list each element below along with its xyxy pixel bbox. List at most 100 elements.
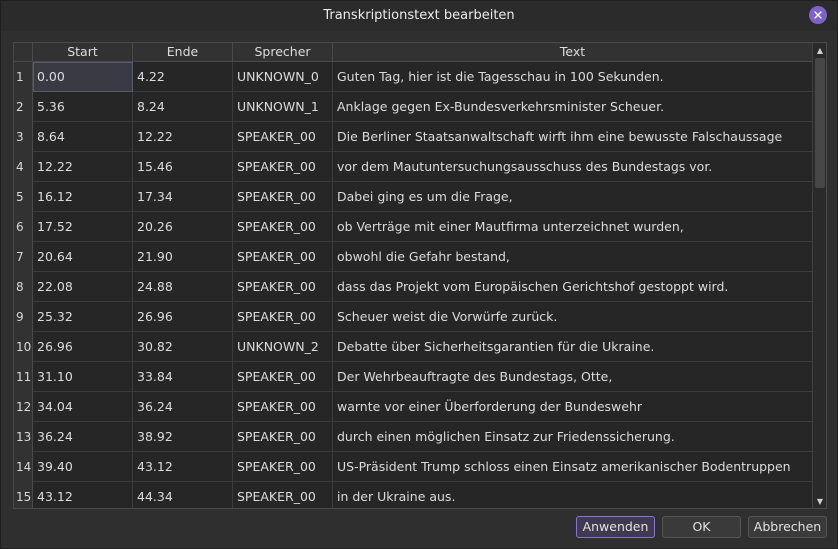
row-number[interactable]: 1 bbox=[14, 62, 33, 92]
cell-start[interactable]: 16.12 bbox=[33, 182, 133, 212]
cell-ende[interactable]: 43.12 bbox=[133, 452, 233, 482]
table-row[interactable]: 5 16.12 17.34 SPEAKER_00 Dabei ging es um di… bbox=[14, 182, 812, 212]
cell-start[interactable]: 39.40 bbox=[33, 452, 133, 482]
cell-ende[interactable]: 44.34 bbox=[133, 482, 233, 508]
table-row[interactable]: 7 20.64 21.90 SPEAKER_00 obwohl die Gefahr b… bbox=[14, 242, 812, 272]
cell-sprecher[interactable]: UNKNOWN_0 bbox=[233, 62, 333, 92]
row-number[interactable]: 3 bbox=[14, 122, 33, 152]
row-number[interactable]: 15 bbox=[14, 482, 33, 508]
cell-ende[interactable]: 15.46 bbox=[133, 152, 233, 182]
cell-ende[interactable]: 8.24 bbox=[133, 92, 233, 122]
cell-sprecher[interactable]: UNKNOWN_2 bbox=[233, 332, 333, 362]
cell-sprecher[interactable]: SPEAKER_00 bbox=[233, 482, 333, 508]
cell-start[interactable]: 20.64 bbox=[33, 242, 133, 272]
row-number[interactable]: 11 bbox=[14, 362, 33, 392]
row-number[interactable]: 14 bbox=[14, 452, 33, 482]
arrow-up-icon[interactable]: ▲ bbox=[813, 44, 826, 56]
cancel-button[interactable]: Abbrechen bbox=[748, 516, 827, 538]
cell-text[interactable]: obwohl die Gefahr bestand, bbox=[333, 242, 812, 272]
table-row[interactable]: 15 43.12 44.34 SPEAKER_00 in der Ukraine aus… bbox=[14, 482, 812, 508]
cell-sprecher[interactable]: SPEAKER_00 bbox=[233, 152, 333, 182]
table-row[interactable]: 9 25.32 26.96 SPEAKER_00 Scheuer weist die V… bbox=[14, 302, 812, 332]
cell-sprecher[interactable]: SPEAKER_00 bbox=[233, 212, 333, 242]
cell-text[interactable]: Guten Tag, hier ist die Tagesschau in 10… bbox=[333, 62, 812, 92]
cell-sprecher[interactable]: SPEAKER_00 bbox=[233, 302, 333, 332]
cell-sprecher[interactable]: SPEAKER_00 bbox=[233, 392, 333, 422]
cell-ende[interactable]: 33.84 bbox=[133, 362, 233, 392]
cell-text[interactable]: vor dem Mautuntersuchungsausschuss des B… bbox=[333, 152, 812, 182]
cell-text[interactable]: Die Berliner Staatsanwaltschaft wirft ih… bbox=[333, 122, 812, 152]
column-header-sprecher[interactable]: Sprecher bbox=[233, 43, 333, 62]
cell-text[interactable]: Anklage gegen Ex-Bundesverkehrsminister … bbox=[333, 92, 812, 122]
cell-text[interactable]: Scheuer weist die Vorwürfe zurück. bbox=[333, 302, 812, 332]
row-number[interactable]: 9 bbox=[14, 302, 33, 332]
arrow-down-icon[interactable]: ▼ bbox=[813, 495, 826, 507]
cell-sprecher[interactable]: SPEAKER_00 bbox=[233, 182, 333, 212]
cell-start[interactable]: 5.36 bbox=[33, 92, 133, 122]
cell-sprecher[interactable]: SPEAKER_00 bbox=[233, 242, 333, 272]
cell-text[interactable]: warnte vor einer Überforderung der Bunde… bbox=[333, 392, 812, 422]
cell-ende[interactable]: 38.92 bbox=[133, 422, 233, 452]
cell-ende[interactable]: 4.22 bbox=[133, 62, 233, 92]
row-number[interactable]: 4 bbox=[14, 152, 33, 182]
close-button[interactable] bbox=[809, 6, 827, 24]
cell-text[interactable]: US-Präsident Trump schloss einen Einsatz… bbox=[333, 452, 812, 482]
cell-start[interactable]: 22.08 bbox=[33, 272, 133, 302]
cell-sprecher[interactable]: SPEAKER_00 bbox=[233, 272, 333, 302]
cell-sprecher[interactable]: UNKNOWN_1 bbox=[233, 92, 333, 122]
vertical-scrollbar[interactable]: ▲ ▼ bbox=[812, 43, 826, 508]
table-row[interactable]: 4 12.22 15.46 SPEAKER_00 vor dem Mautuntersu… bbox=[14, 152, 812, 182]
cell-sprecher[interactable]: SPEAKER_00 bbox=[233, 452, 333, 482]
table-row[interactable]: 14 39.40 43.12 SPEAKER_00 US-Präsident Trump… bbox=[14, 452, 812, 482]
row-number[interactable]: 5 bbox=[14, 182, 33, 212]
cell-sprecher[interactable]: SPEAKER_00 bbox=[233, 362, 333, 392]
table-row[interactable]: 1 0.00 4.22 UNKNOWN_0 Guten Tag, hier ist di… bbox=[14, 62, 812, 92]
row-number[interactable]: 2 bbox=[14, 92, 33, 122]
cell-ende[interactable]: 17.34 bbox=[133, 182, 233, 212]
column-header-ende[interactable]: Ende bbox=[133, 43, 233, 62]
column-header-text[interactable]: Text bbox=[333, 43, 812, 62]
cell-ende[interactable]: 24.88 bbox=[133, 272, 233, 302]
cell-text[interactable]: ob Verträge mit einer Mautfirma unterzei… bbox=[333, 212, 812, 242]
row-number[interactable]: 12 bbox=[14, 392, 33, 422]
cell-sprecher[interactable]: SPEAKER_00 bbox=[233, 122, 333, 152]
table-row[interactable]: 3 8.64 12.22 SPEAKER_00 Die Berliner Staatsa… bbox=[14, 122, 812, 152]
cell-ende[interactable]: 30.82 bbox=[133, 332, 233, 362]
cell-ende[interactable]: 20.26 bbox=[133, 212, 233, 242]
table-row[interactable]: 8 22.08 24.88 SPEAKER_00 dass das Projekt vo… bbox=[14, 272, 812, 302]
ok-button[interactable]: OK bbox=[662, 516, 741, 538]
cell-text[interactable]: dass das Projekt vom Europäischen Gerich… bbox=[333, 272, 812, 302]
column-header-start[interactable]: Start bbox=[33, 43, 133, 62]
cell-text[interactable]: Dabei ging es um die Frage, bbox=[333, 182, 812, 212]
scrollbar-thumb[interactable] bbox=[815, 58, 825, 188]
table-corner[interactable] bbox=[14, 43, 33, 62]
cell-start[interactable]: 17.52 bbox=[33, 212, 133, 242]
cell-start[interactable]: 25.32 bbox=[33, 302, 133, 332]
cell-start[interactable]: 0.00 bbox=[33, 62, 133, 92]
table-row[interactable]: 13 36.24 38.92 SPEAKER_00 durch einen möglic… bbox=[14, 422, 812, 452]
cell-text[interactable]: durch einen möglichen Einsatz zur Friede… bbox=[333, 422, 812, 452]
row-number[interactable]: 7 bbox=[14, 242, 33, 272]
cell-start[interactable]: 31.10 bbox=[33, 362, 133, 392]
apply-button[interactable]: Anwenden bbox=[576, 516, 655, 538]
table-row[interactable]: 2 5.36 8.24 UNKNOWN_1 Anklage gegen Ex-Bunde… bbox=[14, 92, 812, 122]
cell-start[interactable]: 8.64 bbox=[33, 122, 133, 152]
row-number[interactable]: 13 bbox=[14, 422, 33, 452]
table-row[interactable]: 11 31.10 33.84 SPEAKER_00 Der Wehrbeauftragt… bbox=[14, 362, 812, 392]
cell-ende[interactable]: 36.24 bbox=[133, 392, 233, 422]
table-row[interactable]: 6 17.52 20.26 SPEAKER_00 ob Verträge mit ein… bbox=[14, 212, 812, 242]
table-row[interactable]: 10 26.96 30.82 UNKNOWN_2 Debatte über Sicher… bbox=[14, 332, 812, 362]
row-number[interactable]: 8 bbox=[14, 272, 33, 302]
cell-ende[interactable]: 12.22 bbox=[133, 122, 233, 152]
cell-ende[interactable]: 26.96 bbox=[133, 302, 233, 332]
row-number[interactable]: 10 bbox=[14, 332, 33, 362]
cell-text[interactable]: Debatte über Sicherheitsgarantien für di… bbox=[333, 332, 812, 362]
cell-start[interactable]: 12.22 bbox=[33, 152, 133, 182]
cell-start[interactable]: 43.12 bbox=[33, 482, 133, 508]
cell-ende[interactable]: 21.90 bbox=[133, 242, 233, 272]
cell-start[interactable]: 36.24 bbox=[33, 422, 133, 452]
cell-text[interactable]: Der Wehrbeauftragte des Bundestags, Otte… bbox=[333, 362, 812, 392]
table-row[interactable]: 12 34.04 36.24 SPEAKER_00 warnte vor einer Ü… bbox=[14, 392, 812, 422]
row-number[interactable]: 6 bbox=[14, 212, 33, 242]
cell-sprecher[interactable]: SPEAKER_00 bbox=[233, 422, 333, 452]
